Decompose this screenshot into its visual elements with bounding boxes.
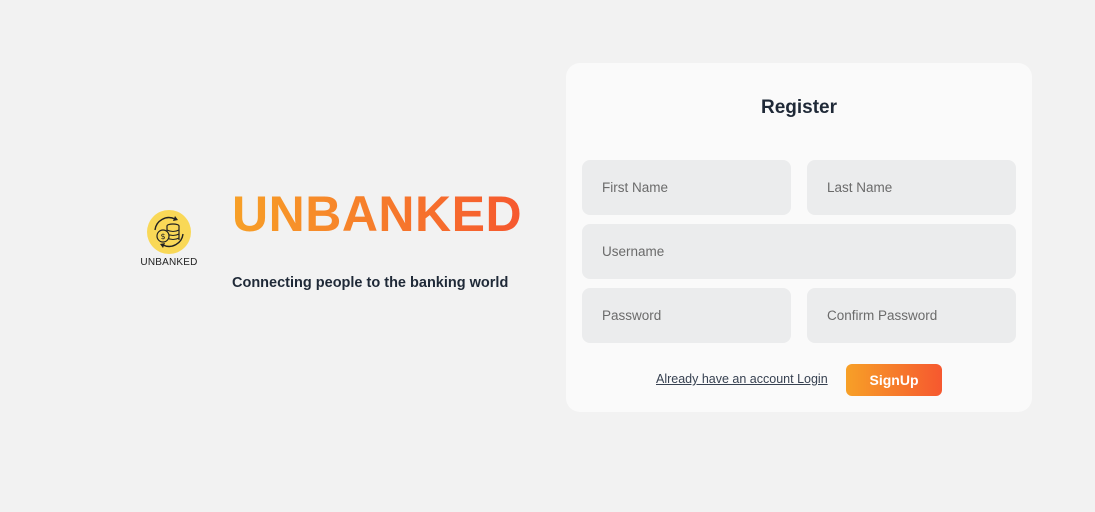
brand-title: UNBANKED [232,186,523,242]
logo-caption: UNBANKED [140,257,198,268]
register-title: Register [760,97,838,118]
login-link[interactable]: Already have an account Login [656,372,828,386]
signup-button[interactable]: SignUp [846,364,942,396]
password-input[interactable] [582,288,791,343]
username-input[interactable] [582,224,1016,279]
last-name-input[interactable] [807,160,1016,215]
confirm-password-input[interactable] [807,288,1016,343]
register-page: $ UNBANKED UNBANKED Connecting people to… [0,0,1095,512]
svg-text:$: $ [160,232,165,241]
brand-tagline: Connecting people to the banking world [232,275,509,291]
coins-exchange-icon: $ [147,210,191,254]
brand-logo: $ UNBANKED [138,208,200,270]
first-name-input[interactable] [582,160,791,215]
